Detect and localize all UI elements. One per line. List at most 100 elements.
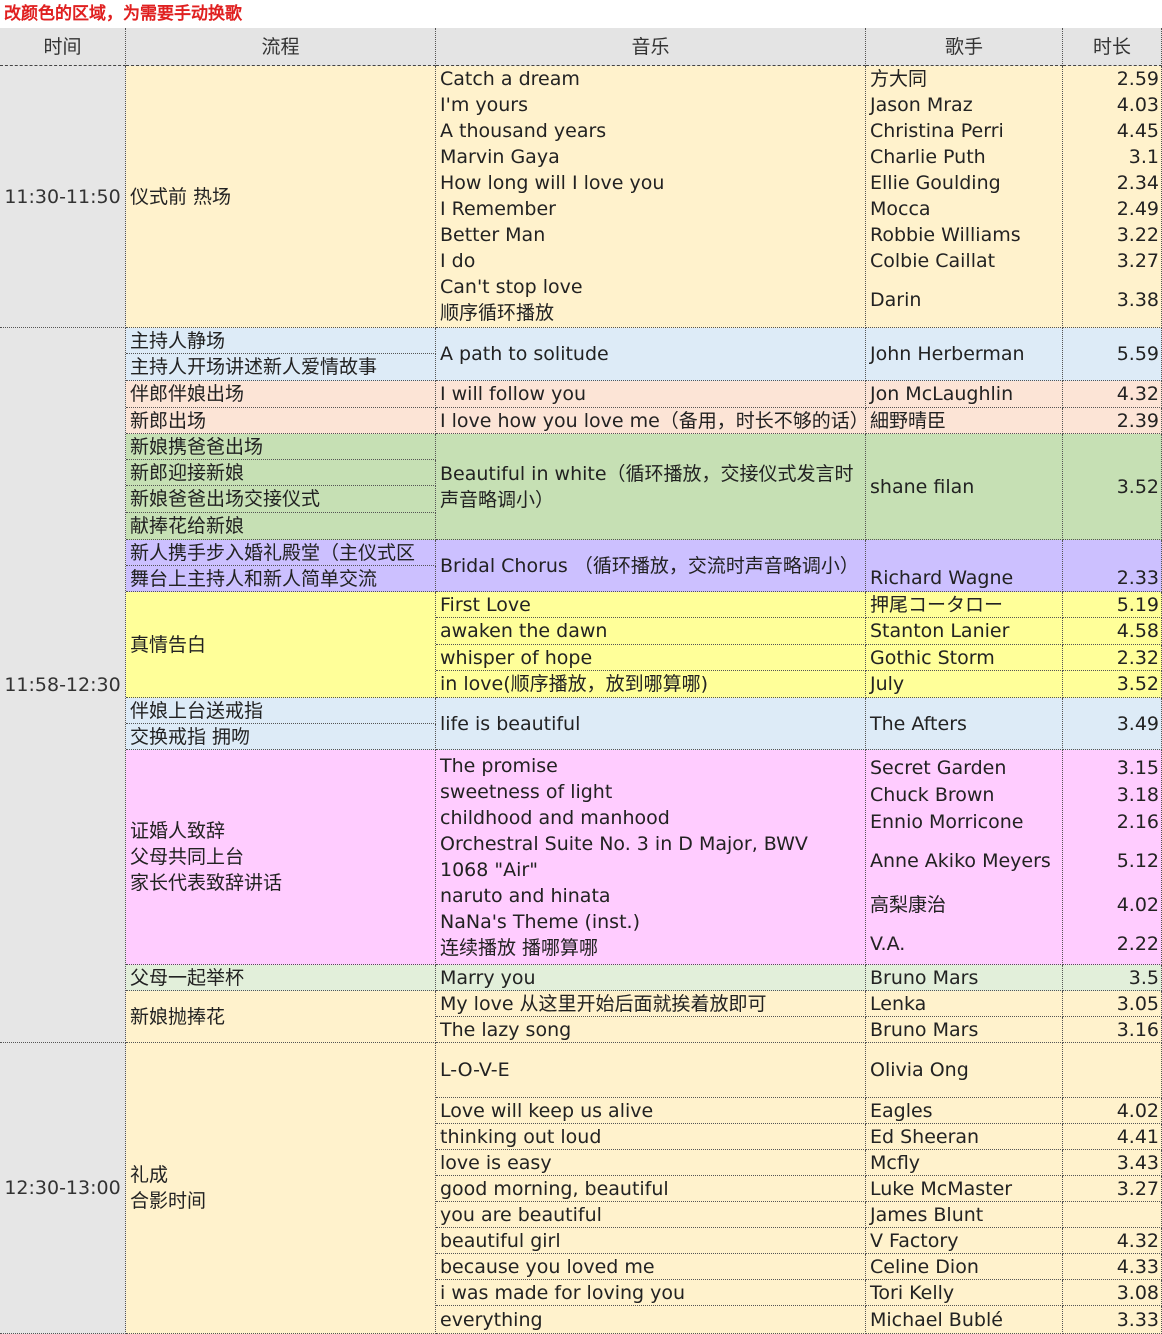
duration-value: 4.03 <box>1116 94 1159 116</box>
song-title: i was made for loving you <box>436 1280 866 1306</box>
song-title: I love how you love me（备用，时长不够的话） <box>436 408 866 434</box>
process-step: 仪式前 热场 <box>126 66 436 328</box>
duration-value: 3.5 <box>1063 965 1162 991</box>
process-step: 新娘爸爸出场交接仪式 <box>126 486 436 513</box>
header-duration: 时长 <box>1063 28 1162 66</box>
song-title: A thousand years <box>440 120 607 142</box>
singer-name: Michael Bublé <box>866 1306 1063 1334</box>
process-line: 合影时间 <box>130 1190 207 1212</box>
process-line: 证婚人致辞 <box>130 820 226 842</box>
duration-value: 3.49 <box>1063 698 1162 750</box>
process-step: 礼成 合影时间 <box>126 1043 436 1334</box>
duration-value: 3.33 <box>1063 1306 1162 1334</box>
singer-name: Gothic Storm <box>866 645 1063 671</box>
singer-name: The Afters <box>866 698 1063 750</box>
song-title: Beautiful in white（循环播放，交接仪式发言时声音略调小） <box>436 434 866 540</box>
duration-value: 3.22 <box>1116 224 1159 246</box>
music-list: The promise sweetness of light childhood a… <box>436 750 866 965</box>
song-title: in love(顺序播放，放到哪算哪) <box>436 671 866 698</box>
singer-name: Celine Dion <box>866 1254 1063 1280</box>
song-title: L-O-V-E <box>436 1043 866 1098</box>
song-title: 顺序循环播放 <box>440 302 555 324</box>
singer-name: Richard Wagne <box>866 540 1063 592</box>
song-title: sweetness of light <box>440 781 613 803</box>
duration-value: 2.32 <box>1063 645 1162 671</box>
process-step: 主持人开场讲述新人爱情故事 <box>126 354 436 381</box>
duration-value: 4.02 <box>1116 894 1159 916</box>
singer-name: Charlie Puth <box>870 146 986 168</box>
song-title: because you loved me <box>436 1254 866 1280</box>
singer-name: James Blunt <box>866 1202 1063 1228</box>
song-title: childhood and manhood <box>440 807 670 829</box>
time-slot: 11:30-11:50 <box>0 66 126 328</box>
duration-value: 3.08 <box>1063 1280 1162 1306</box>
song-title: Better Man <box>440 224 546 246</box>
process-step: 父母一起举杯 <box>126 965 436 991</box>
instruction-note: 改颜色的区域，为需要手动换歌 <box>4 4 242 24</box>
duration-value: 2.49 <box>1116 198 1159 220</box>
singer-name: Colbie Caillat <box>870 250 996 272</box>
song-title: Marvin Gaya <box>440 146 560 168</box>
song-title: A path to solitude <box>436 328 866 381</box>
process-step: 献捧花给新娘 <box>126 513 436 540</box>
song-title: NaNa's Theme (inst.) <box>440 911 640 933</box>
song-title: My love 从这里开始后面就挨着放即可 <box>436 991 866 1017</box>
duration-value: 2.16 <box>1116 811 1159 833</box>
singer-name: Secret Garden <box>870 757 1007 779</box>
process-line: 父母共同上台 <box>130 846 245 868</box>
time-slot: 11:58-12:30 <box>0 328 126 1043</box>
singer-list: Secret Garden Chuck Brown Ennio Morricone A… <box>866 750 1063 965</box>
singer-name: Ennio Morricone <box>870 811 1024 833</box>
duration-value: 2.22 <box>1116 933 1159 955</box>
song-title: I do <box>440 250 476 272</box>
process-step: 证婚人致辞 父母共同上台 家长代表致辞讲话 <box>126 750 436 965</box>
process-step: 新郎出场 <box>126 408 436 434</box>
header-process: 流程 <box>126 28 436 66</box>
song-title: Marry you <box>436 965 866 991</box>
duration-value <box>1063 1202 1162 1228</box>
song-title: I will follow you <box>436 381 866 408</box>
singer-name: Stanton Lanier <box>866 618 1063 645</box>
song-title: love is easy <box>436 1150 866 1176</box>
duration-value: 4.02 <box>1063 1098 1162 1124</box>
song-title: I'm yours <box>440 94 528 116</box>
song-title: The promise <box>440 755 558 777</box>
duration-value: 4.45 <box>1116 120 1159 142</box>
song-title: Orchestral Suite No. 3 in D Major, BWV 1… <box>440 833 808 881</box>
song-title: The lazy song <box>436 1017 866 1043</box>
duration-value: 3.38 <box>1116 289 1159 311</box>
singer-name: John Herberman <box>866 328 1063 381</box>
singer-name: Robbie Williams <box>870 224 1021 246</box>
duration-value: 4.58 <box>1063 618 1162 645</box>
singer-name: Ellie Goulding <box>870 172 1001 194</box>
process-step: 主持人静场 <box>126 328 436 354</box>
duration-value: 4.41 <box>1063 1124 1162 1150</box>
song-title: everything <box>436 1306 866 1334</box>
song-title: you are beautiful <box>436 1202 866 1228</box>
duration-list: 3.15 3.18 2.16 5.12 4.02 2.22 <box>1063 750 1162 965</box>
time-slot: 12:30-13:00 <box>0 1043 126 1334</box>
singer-name: Jon McLaughlin <box>866 381 1063 408</box>
duration-value: 3.43 <box>1063 1150 1162 1176</box>
song-title: Love will keep us alive <box>436 1098 866 1124</box>
singer-name: Tori Kelly <box>866 1280 1063 1306</box>
duration-value: 3.1 <box>1128 146 1159 168</box>
duration-value: 3.52 <box>1063 434 1162 540</box>
duration-list: 2.59 4.03 4.45 3.1 2.34 2.49 3.22 3.27 3.38 <box>1063 66 1162 328</box>
song-title: life is beautiful <box>436 698 866 750</box>
singer-name: 押尾コータロー <box>866 592 1063 618</box>
duration-value <box>1063 1043 1162 1098</box>
song-title: beautiful girl <box>436 1228 866 1254</box>
process-step: 真情告白 <box>126 592 436 698</box>
singer-name: Christina Perri <box>870 120 1004 142</box>
duration-value: 3.27 <box>1116 250 1159 272</box>
singer-name: 高梨康治 <box>870 894 947 916</box>
process-step: 新人携手步入婚礼殿堂（主仪式区 <box>126 540 436 566</box>
song-title: How long will I love you <box>440 172 665 194</box>
process-step: 新娘抛捧花 <box>126 991 436 1043</box>
duration-value: 4.33 <box>1063 1254 1162 1280</box>
song-title: naruto and hinata <box>440 885 611 907</box>
duration-value: 2.33 <box>1063 540 1162 592</box>
duration-value: 2.59 <box>1116 68 1159 90</box>
singer-name: Chuck Brown <box>870 784 995 806</box>
